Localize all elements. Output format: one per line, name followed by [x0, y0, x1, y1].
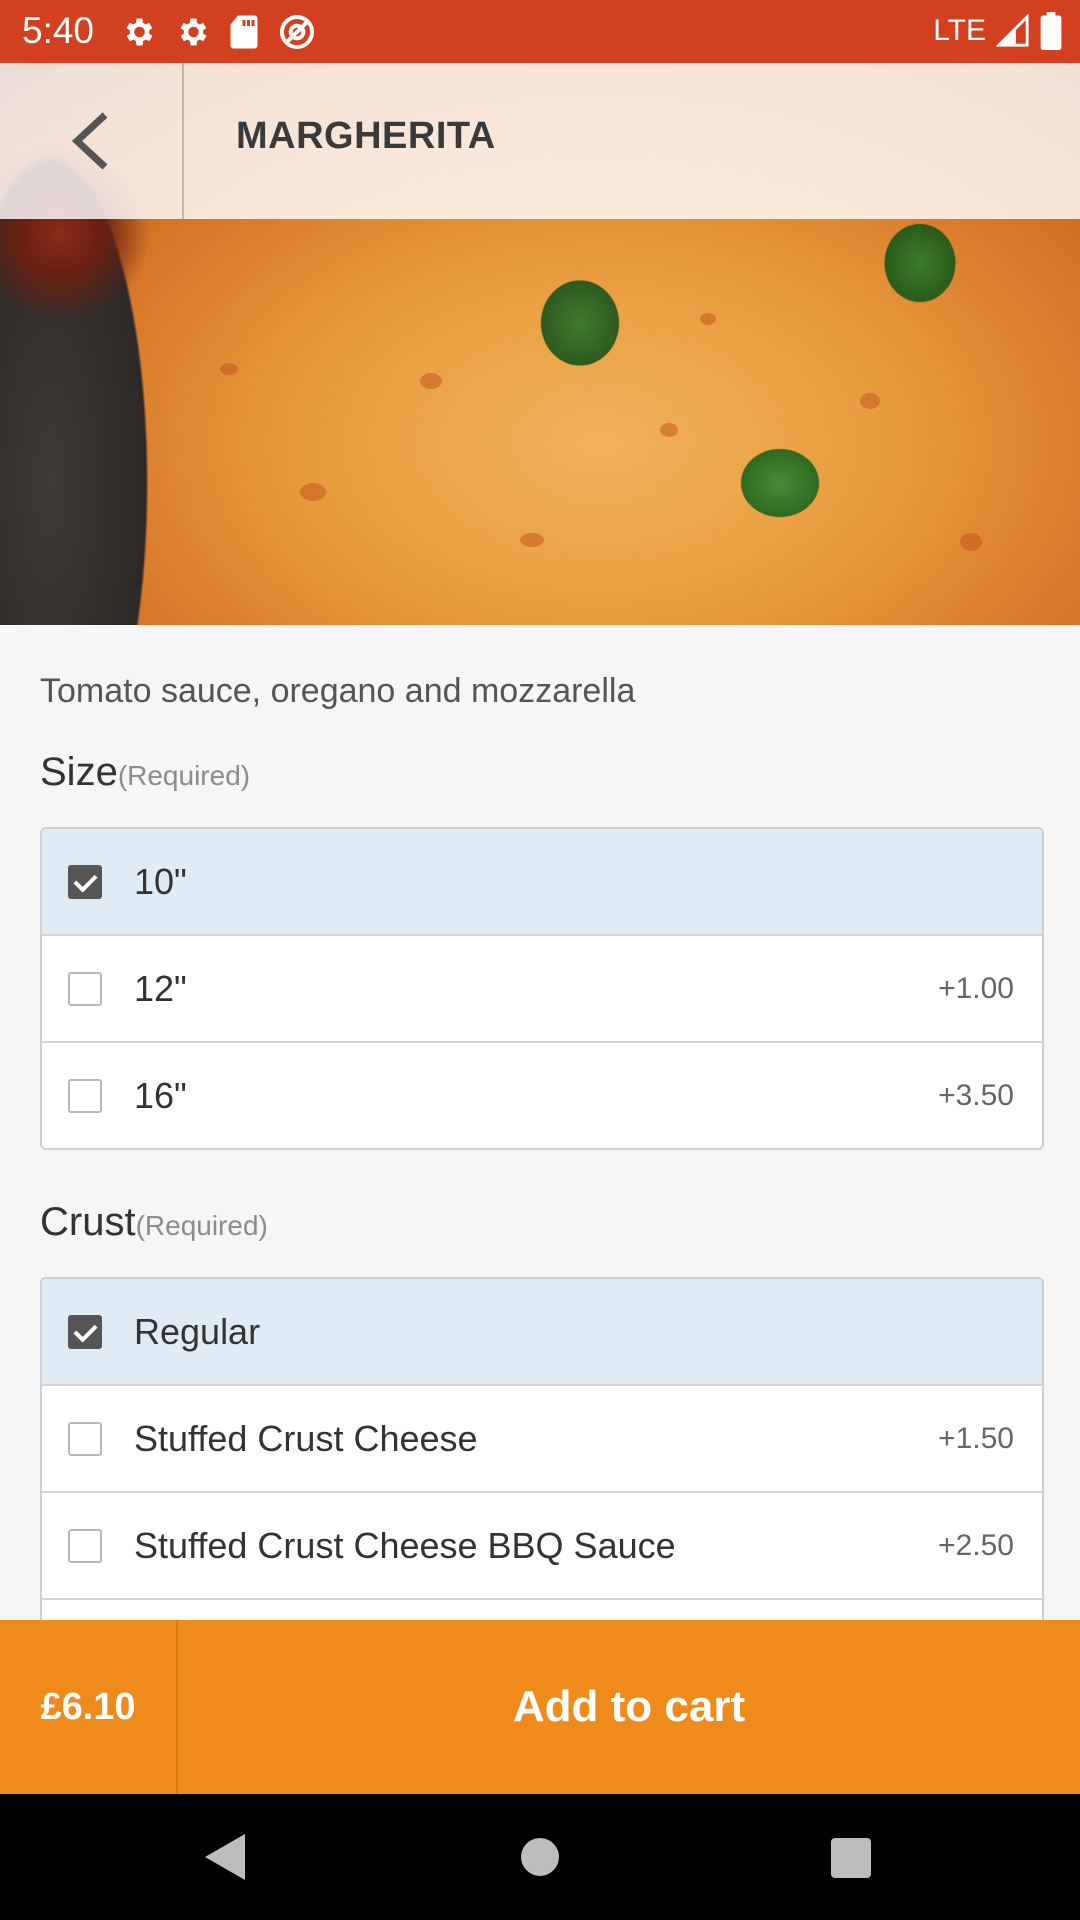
- crust-option-stuffed-cheese[interactable]: Stuffed Crust Cheese +1.50: [42, 1386, 1042, 1493]
- back-button[interactable]: [0, 63, 184, 219]
- network-type: LTE: [933, 14, 986, 47]
- page-title: MARGHERITA: [236, 115, 496, 157]
- size-options: 10" 12" +1.00 16" +3.50: [40, 827, 1044, 1150]
- order-total: £6.10: [0, 1620, 178, 1794]
- size-option-16[interactable]: 16" +3.50: [42, 1043, 1042, 1148]
- settings-icon: [126, 18, 153, 46]
- add-to-cart-button[interactable]: Add to cart: [178, 1620, 1080, 1794]
- checkbox-checked[interactable]: [68, 1314, 102, 1349]
- checkbox[interactable]: [68, 1421, 102, 1456]
- option-label: 10": [134, 860, 187, 902]
- option-label: 12": [134, 967, 187, 1009]
- status-bar: 5:40 LTE: [0, 0, 1080, 63]
- section-title-label: Crust: [40, 1200, 136, 1244]
- top-app-bar: MARGHERITA: [0, 63, 1080, 219]
- nav-back-icon[interactable]: [205, 1834, 247, 1880]
- size-option-12[interactable]: 12" +1.00: [42, 936, 1042, 1043]
- nav-recents-icon[interactable]: [831, 1834, 871, 1880]
- section-title-size: Size(Required): [40, 750, 250, 795]
- do-not-disturb-icon: [279, 14, 315, 50]
- option-label: Stuffed Crust Cheese BBQ Sauce: [134, 1524, 676, 1566]
- nav-home-icon[interactable]: [520, 1834, 560, 1880]
- option-label: Regular: [134, 1310, 261, 1352]
- battery-icon: [1040, 12, 1062, 50]
- option-label: Stuffed Crust Cheese: [134, 1417, 478, 1459]
- option-label: 16": [134, 1074, 187, 1116]
- option-price: +3.50: [938, 1078, 1014, 1112]
- checkbox[interactable]: [68, 1528, 102, 1563]
- settings-icon: [180, 18, 207, 46]
- checkbox-checked[interactable]: [68, 864, 102, 899]
- option-price: +2.50: [938, 1528, 1014, 1562]
- crust-options: Regular Stuffed Crust Cheese +1.50 Stuff…: [40, 1277, 1044, 1622]
- checkbox[interactable]: [68, 1078, 102, 1113]
- status-time: 5:40: [22, 10, 95, 51]
- required-label: (Required): [117, 760, 251, 791]
- crust-option-regular[interactable]: Regular: [42, 1279, 1042, 1386]
- sd-card-icon: [230, 15, 258, 49]
- option-price: +1.50: [938, 1421, 1014, 1455]
- chevron-left-icon: [71, 112, 108, 170]
- cart-action-bar: £6.10 Add to cart: [0, 1620, 1080, 1794]
- checkbox[interactable]: [68, 971, 102, 1006]
- item-description: Tomato sauce, oregano and mozzarella: [40, 672, 636, 710]
- crust-option-stuffed-cheese-bbq[interactable]: Stuffed Crust Cheese BBQ Sauce +2.50: [42, 1493, 1042, 1600]
- signal-icon: [996, 14, 1029, 47]
- size-option-10[interactable]: 10": [42, 829, 1042, 936]
- section-title-crust: Crust(Required): [40, 1200, 268, 1245]
- system-nav-bar: [0, 1794, 1080, 1920]
- required-label: (Required): [135, 1210, 268, 1241]
- section-title-label: Size: [40, 750, 118, 794]
- option-price: +1.00: [938, 971, 1014, 1005]
